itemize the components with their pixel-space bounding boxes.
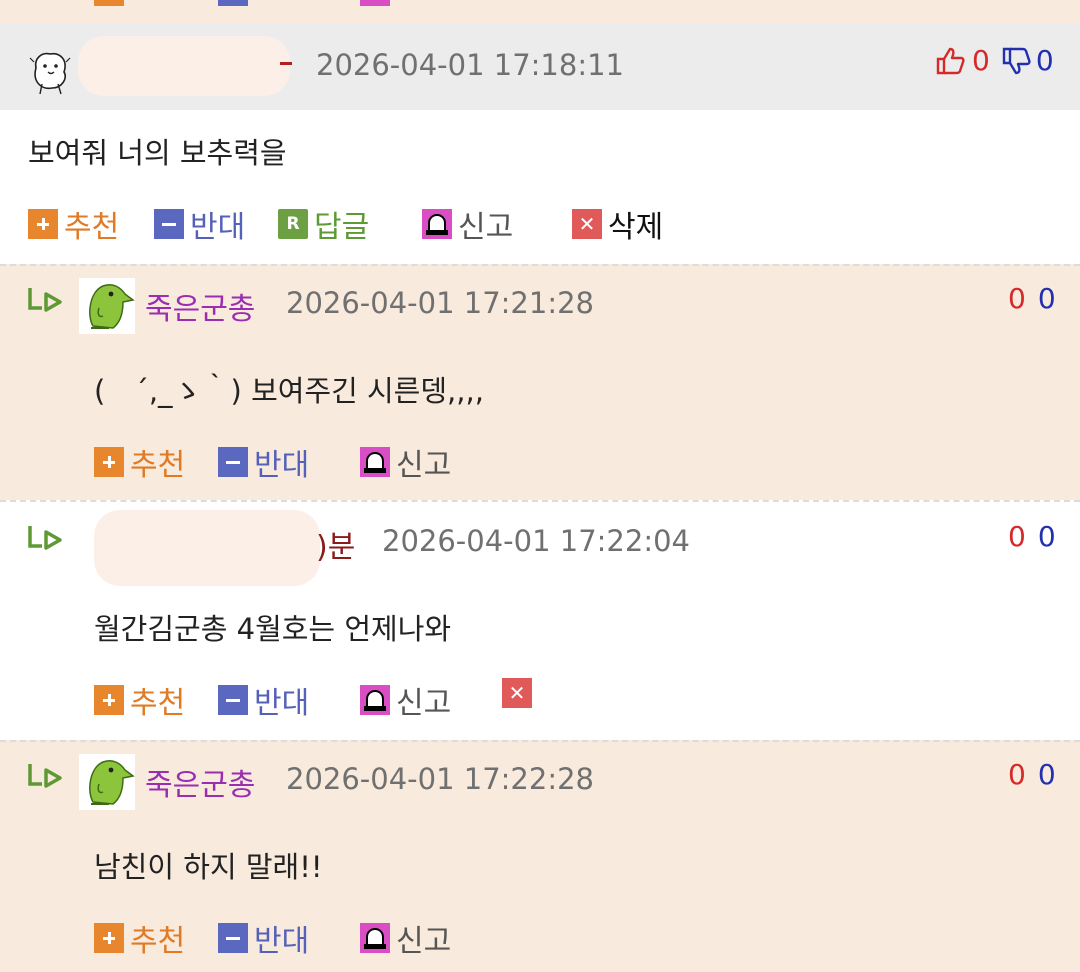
reply-nickname[interactable]: )분 <box>316 522 355 566</box>
oppose-button[interactable]: 반대 <box>154 202 245 246</box>
thumbs-down-icon[interactable] <box>1000 45 1032 77</box>
reply-score: 00 <box>1008 282 1056 315</box>
reply-score: 00 <box>1008 520 1056 553</box>
report-button[interactable]: 신고 <box>360 916 451 960</box>
minus-icon <box>218 923 248 953</box>
delete-x-icon: ✕ <box>502 678 532 708</box>
siren-icon <box>360 447 390 477</box>
report-button[interactable]: 신고 <box>422 202 513 246</box>
delete-label: 삭제 <box>608 210 664 245</box>
minus-icon <box>218 0 248 6</box>
reply-body: 월간김군총 4월호는 언제나와 <box>94 612 452 646</box>
minus-icon <box>218 447 248 477</box>
plus-icon <box>94 447 124 477</box>
siren-icon <box>360 685 390 715</box>
recommend-button[interactable]: 추천 <box>94 440 185 484</box>
nickname-fragment <box>280 62 292 65</box>
minus-icon <box>154 209 184 239</box>
divider <box>0 740 1080 742</box>
plus-icon <box>94 685 124 715</box>
oppose-button[interactable]: 반대 <box>218 678 309 722</box>
reply-r-icon: R <box>278 209 308 239</box>
report-button[interactable]: 신고 <box>360 440 451 484</box>
vote-counts: 0 0 <box>934 44 1054 77</box>
divider <box>0 500 1080 502</box>
oppose-button[interactable]: 반대 <box>218 440 309 484</box>
reply-body: 남친이 하지 말래!! <box>94 850 323 884</box>
delete-button[interactable]: ✕ 삭제 <box>572 202 663 246</box>
reply-nickname[interactable]: 죽은군총 <box>145 284 255 328</box>
recommend-button[interactable]: 추천 <box>94 678 185 722</box>
dislike-count: 0 <box>1035 44 1054 77</box>
reply-nickname[interactable]: 죽은군총 <box>145 760 255 804</box>
reply-date: 2026-04-01 17:21:28 <box>286 286 594 320</box>
recommend-button[interactable]: 추천 <box>28 202 119 246</box>
dino-avatar <box>79 754 135 810</box>
reply-date: 2026-04-01 17:22:28 <box>286 762 594 796</box>
report-button[interactable]: 신고 <box>360 678 451 722</box>
recommend-button[interactable]: 추천 <box>94 916 185 960</box>
redacted-nickname <box>94 510 320 586</box>
delete-x-icon: ✕ <box>572 209 602 239</box>
reply-date: 2026-04-01 17:22:04 <box>382 524 690 558</box>
recommend-label: 추천 <box>64 210 120 245</box>
siren-icon <box>360 923 390 953</box>
oppose-button[interactable]: 반대 <box>218 916 309 960</box>
plus-icon <box>94 923 124 953</box>
comment-date: 2026-04-01 17:18:11 <box>316 48 624 82</box>
plus-icon <box>28 209 58 239</box>
report-label: 신고 <box>458 210 514 245</box>
redacted-nickname <box>78 36 290 96</box>
reply-button[interactable]: R 답글 <box>278 202 369 246</box>
reply-arrow-icon <box>28 526 62 550</box>
divider <box>0 264 1080 266</box>
reply-score: 00 <box>1008 758 1056 791</box>
thumbs-up-icon[interactable] <box>934 45 966 77</box>
like-count: 0 <box>972 44 990 77</box>
minus-icon <box>218 685 248 715</box>
delete-button[interactable]: ✕ <box>502 678 538 708</box>
reply-body: ( ´,_ゝ｀) 보여주긴 시른뎅,,,, <box>94 374 484 408</box>
siren-icon <box>360 0 390 6</box>
comment-body: 보여줘 너의 보추력을 <box>28 136 287 170</box>
seal-avatar <box>29 52 71 95</box>
siren-icon <box>422 209 452 239</box>
reply-arrow-icon <box>28 288 62 312</box>
dino-avatar <box>79 278 135 334</box>
reply-arrow-icon <box>28 764 62 788</box>
oppose-label: 반대 <box>190 210 246 245</box>
previous-comment-strip <box>0 0 1080 24</box>
reply-label: 답글 <box>314 210 370 245</box>
plus-icon <box>94 0 124 6</box>
